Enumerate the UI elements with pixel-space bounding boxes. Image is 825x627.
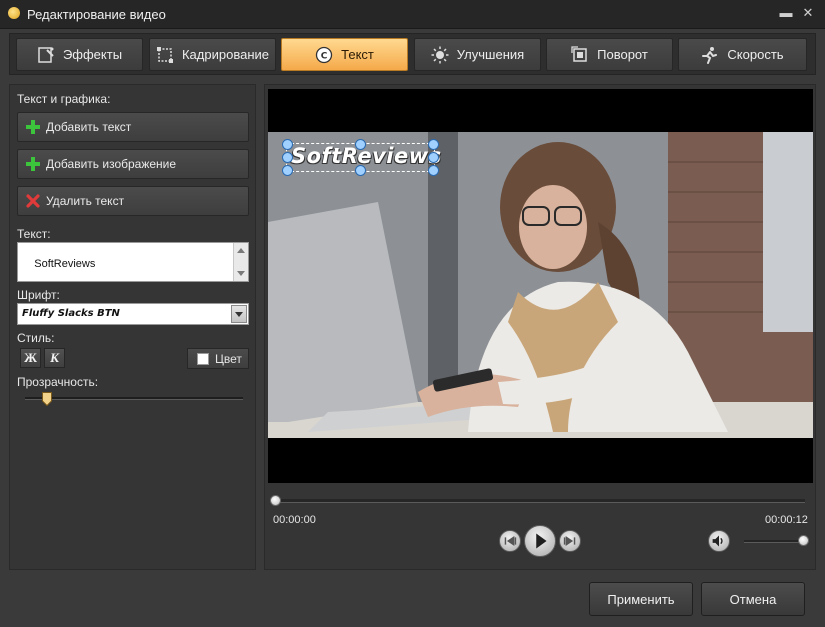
current-time: 00:00:00 <box>273 514 316 526</box>
cancel-button[interactable]: Отмена <box>701 582 805 616</box>
delete-text-label: Удалить текст <box>46 194 125 208</box>
resize-handle[interactable] <box>282 152 293 163</box>
text-input-value: SoftReviews <box>34 258 96 270</box>
chevron-down-icon[interactable] <box>231 305 247 323</box>
color-button[interactable]: Цвет <box>187 348 249 369</box>
rotate-icon <box>571 45 589 64</box>
color-button-label: Цвет <box>215 351 242 366</box>
seek-bar-knob[interactable] <box>270 495 281 506</box>
text-input[interactable]: SoftReviews <box>17 242 249 282</box>
add-text-button[interactable]: Добавить текст <box>17 112 249 142</box>
play-icon <box>536 533 547 549</box>
scroll-up-icon[interactable] <box>237 248 245 253</box>
skip-forward-icon <box>563 536 576 546</box>
speaker-icon <box>712 535 723 547</box>
crop-icon <box>156 46 174 64</box>
resize-handle[interactable] <box>355 165 366 176</box>
video-scene-image <box>268 132 813 438</box>
effects-icon <box>37 46 55 64</box>
close-button[interactable]: ✕ <box>798 4 818 22</box>
apply-button[interactable]: Применить <box>589 582 693 616</box>
preview-panel: SoftReviews 00:00:00 00:00:12 <box>264 84 816 570</box>
app-icon <box>8 7 20 19</box>
skip-back-icon <box>504 536 517 546</box>
text-settings-panel: Текст и графика: Добавить текст Добавить… <box>9 84 256 570</box>
opacity-label: Прозрачность: <box>17 375 99 389</box>
total-time: 00:00:12 <box>765 514 808 526</box>
add-image-label: Добавить изображение <box>46 157 177 171</box>
plus-icon <box>26 120 40 134</box>
title-bar: Редактирование видео ▬ ✕ <box>0 0 825 29</box>
resize-handle[interactable] <box>355 139 366 150</box>
text-overlay-value: SoftReviews <box>291 144 442 168</box>
minimize-button[interactable]: ▬ <box>776 4 796 22</box>
seek-bar[interactable] <box>275 499 805 503</box>
opacity-slider[interactable] <box>25 397 243 400</box>
text-field-label: Текст: <box>17 227 51 241</box>
tab-rotate-label: Поворот <box>597 47 648 62</box>
volume-button[interactable] <box>708 530 730 552</box>
resize-handle[interactable] <box>282 139 293 150</box>
add-text-label: Добавить текст <box>46 120 132 134</box>
opacity-slider-thumb[interactable] <box>41 392 52 407</box>
tab-crop-label: Кадрирование <box>181 47 269 62</box>
delete-icon <box>26 194 40 208</box>
style-label: Стиль: <box>17 331 55 345</box>
tab-enhance-label: Улучшения <box>456 47 525 62</box>
font-label: Шрифт: <box>17 288 60 302</box>
tab-bar: Эффекты Кадрирование C Текст Улучшения П… <box>9 33 816 75</box>
enhance-icon <box>431 46 449 64</box>
plus-icon <box>26 157 40 171</box>
tab-text[interactable]: C Текст <box>281 38 408 71</box>
video-preview[interactable]: SoftReviews <box>268 89 813 483</box>
bold-button[interactable]: Ж <box>20 348 41 368</box>
italic-button[interactable]: К <box>44 348 65 368</box>
tab-rotate[interactable]: Поворот <box>546 38 673 71</box>
tab-text-label: Текст <box>341 47 374 62</box>
tab-speed[interactable]: Скорость <box>678 38 807 71</box>
skip-back-button[interactable] <box>499 530 521 552</box>
skip-forward-button[interactable] <box>559 530 581 552</box>
section-title: Текст и графика: <box>17 92 111 106</box>
volume-slider-knob[interactable] <box>798 535 809 546</box>
font-select-value: Fluffy Slacks BTN <box>22 308 120 319</box>
delete-text-button[interactable]: Удалить текст <box>17 186 249 216</box>
volume-slider[interactable] <box>744 540 804 543</box>
font-select[interactable]: Fluffy Slacks BTN <box>17 303 249 325</box>
tab-crop[interactable]: Кадрирование <box>149 38 276 71</box>
color-swatch <box>197 352 209 365</box>
video-frame: SoftReviews <box>268 132 813 438</box>
resize-handle[interactable] <box>428 152 439 163</box>
resize-handle[interactable] <box>428 139 439 150</box>
resize-handle[interactable] <box>428 165 439 176</box>
tab-speed-label: Скорость <box>727 47 784 62</box>
tab-effects-label: Эффекты <box>62 47 123 62</box>
add-image-button[interactable]: Добавить изображение <box>17 149 249 179</box>
play-button[interactable] <box>524 525 556 557</box>
svg-text:C: C <box>321 51 328 61</box>
scroll-down-icon[interactable] <box>237 271 245 276</box>
window-title: Редактирование видео <box>27 7 166 22</box>
text-icon: C <box>315 46 333 64</box>
resize-handle[interactable] <box>282 165 293 176</box>
tab-enhance[interactable]: Улучшения <box>414 38 541 71</box>
speed-icon <box>701 46 719 64</box>
tab-effects[interactable]: Эффекты <box>16 38 143 71</box>
text-input-scrollbar[interactable] <box>233 243 248 281</box>
